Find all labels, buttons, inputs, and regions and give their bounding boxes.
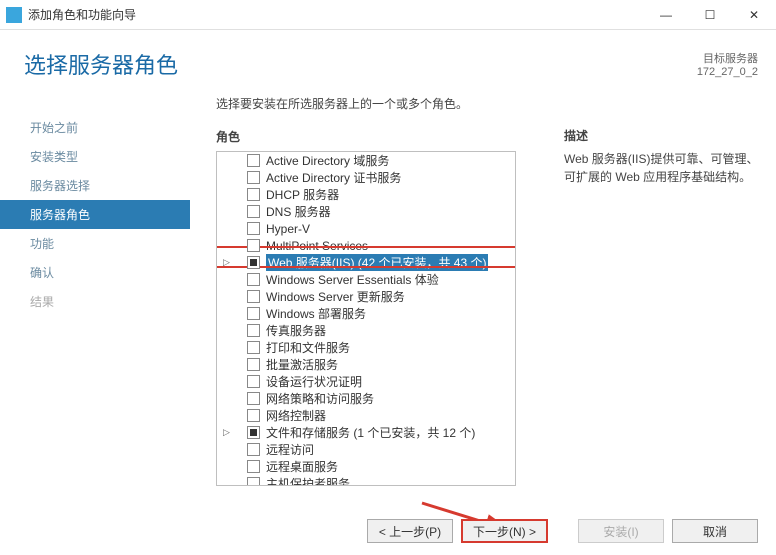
role-label: Web 服务器(IIS) (42 个已安装，共 43 个) <box>266 254 488 271</box>
role-checkbox[interactable] <box>247 358 260 371</box>
sidebar-item-5[interactable]: 确认 <box>0 258 190 287</box>
close-button[interactable]: ✕ <box>732 0 776 30</box>
role-item-6[interactable]: ▷ Web 服务器(IIS) (42 个已安装，共 43 个) <box>217 254 515 271</box>
sidebar-item-0[interactable]: 开始之前 <box>0 113 190 142</box>
role-checkbox[interactable] <box>247 460 260 473</box>
role-label: MultiPoint Services <box>266 239 368 253</box>
minimize-button[interactable]: — <box>644 0 688 30</box>
role-label: 传真服务器 <box>266 322 326 339</box>
role-checkbox[interactable] <box>247 392 260 405</box>
role-item-17[interactable]: 远程访问 <box>217 441 515 458</box>
role-item-8[interactable]: Windows Server 更新服务 <box>217 288 515 305</box>
role-item-18[interactable]: 远程桌面服务 <box>217 458 515 475</box>
role-label: 打印和文件服务 <box>266 339 350 356</box>
sidebar-item-1[interactable]: 安装类型 <box>0 142 190 171</box>
target-server-info: 目标服务器 172_27_0_2 <box>697 50 758 78</box>
role-checkbox[interactable] <box>247 273 260 286</box>
role-item-10[interactable]: 传真服务器 <box>217 322 515 339</box>
install-button[interactable]: 安装(I) <box>578 519 664 543</box>
role-checkbox[interactable] <box>247 188 260 201</box>
role-item-0[interactable]: Active Directory 域服务 <box>217 152 515 169</box>
role-item-5[interactable]: MultiPoint Services <box>217 237 515 254</box>
role-item-13[interactable]: 设备运行状况证明 <box>217 373 515 390</box>
role-label: 网络策略和访问服务 <box>266 390 374 407</box>
role-label: 批量激活服务 <box>266 356 338 373</box>
description-text: Web 服务器(IIS)提供可靠、可管理、可扩展的 Web 应用程序基础结构。 <box>564 150 764 186</box>
target-server-label: 目标服务器 <box>697 50 758 66</box>
description-label: 描述 <box>564 127 764 144</box>
expand-arrow-icon[interactable]: ▷ <box>223 257 233 268</box>
role-label: Active Directory 证书服务 <box>266 169 401 186</box>
role-checkbox[interactable] <box>247 307 260 320</box>
role-label: 主机保护者服务 <box>266 475 350 486</box>
role-item-4[interactable]: Hyper-V <box>217 220 515 237</box>
roles-tree[interactable]: Active Directory 域服务Active Directory 证书服… <box>216 151 516 486</box>
role-item-1[interactable]: Active Directory 证书服务 <box>217 169 515 186</box>
role-label: DHCP 服务器 <box>266 186 339 203</box>
wizard-sidebar: 开始之前安装类型服务器选择服务器角色功能确认结果 <box>0 95 190 505</box>
role-item-15[interactable]: 网络控制器 <box>217 407 515 424</box>
role-checkbox[interactable] <box>247 409 260 422</box>
role-checkbox[interactable] <box>247 205 260 218</box>
sidebar-item-4[interactable]: 功能 <box>0 229 190 258</box>
role-item-16[interactable]: ▷ 文件和存储服务 (1 个已安装，共 12 个) <box>217 424 515 441</box>
role-checkbox[interactable] <box>247 171 260 184</box>
role-item-7[interactable]: Windows Server Essentials 体验 <box>217 271 515 288</box>
role-label: Active Directory 域服务 <box>266 152 389 169</box>
title-bar: 添加角色和功能向导 — ☐ ✕ <box>0 0 776 30</box>
app-icon <box>6 7 22 23</box>
role-item-14[interactable]: 网络策略和访问服务 <box>217 390 515 407</box>
role-label: 网络控制器 <box>266 407 326 424</box>
role-label: Windows 部署服务 <box>266 305 366 322</box>
next-button[interactable]: 下一步(N) > <box>461 519 548 543</box>
role-checkbox[interactable] <box>247 341 260 354</box>
role-checkbox[interactable] <box>247 290 260 303</box>
role-label: 文件和存储服务 (1 个已安装，共 12 个) <box>266 424 475 441</box>
role-item-11[interactable]: 打印和文件服务 <box>217 339 515 356</box>
previous-button[interactable]: < 上一步(P) <box>367 519 453 543</box>
role-item-19[interactable]: 主机保护者服务 <box>217 475 515 486</box>
role-checkbox[interactable] <box>247 154 260 167</box>
role-label: Windows Server 更新服务 <box>266 288 405 305</box>
maximize-button[interactable]: ☐ <box>688 0 732 30</box>
sidebar-item-3[interactable]: 服务器角色 <box>0 200 190 229</box>
sidebar-item-6: 结果 <box>0 287 190 316</box>
instruction-text: 选择要安装在所选服务器上的一个或多个角色。 <box>216 95 540 112</box>
sidebar-item-2[interactable]: 服务器选择 <box>0 171 190 200</box>
role-checkbox[interactable] <box>247 443 260 456</box>
cancel-button[interactable]: 取消 <box>672 519 758 543</box>
role-label: DNS 服务器 <box>266 203 331 220</box>
expand-arrow-icon[interactable]: ▷ <box>223 427 233 438</box>
roles-label: 角色 <box>216 128 540 145</box>
role-label: 设备运行状况证明 <box>266 373 362 390</box>
role-checkbox[interactable] <box>247 256 260 269</box>
role-item-12[interactable]: 批量激活服务 <box>217 356 515 373</box>
role-label: Hyper-V <box>266 222 310 236</box>
role-label: 远程桌面服务 <box>266 458 338 475</box>
role-item-2[interactable]: DHCP 服务器 <box>217 186 515 203</box>
window-title: 添加角色和功能向导 <box>28 6 644 23</box>
role-item-9[interactable]: Windows 部署服务 <box>217 305 515 322</box>
role-label: Windows Server Essentials 体验 <box>266 271 439 288</box>
role-checkbox[interactable] <box>247 426 260 439</box>
role-item-3[interactable]: DNS 服务器 <box>217 203 515 220</box>
role-checkbox[interactable] <box>247 324 260 337</box>
role-checkbox[interactable] <box>247 477 260 486</box>
role-label: 远程访问 <box>266 441 314 458</box>
target-server-name: 172_27_0_2 <box>697 66 758 78</box>
wizard-footer: < 上一步(P) 下一步(N) > 安装(I) 取消 <box>367 519 758 543</box>
role-checkbox[interactable] <box>247 222 260 235</box>
role-checkbox[interactable] <box>247 375 260 388</box>
role-checkbox[interactable] <box>247 239 260 252</box>
page-title: 选择服务器角色 <box>0 30 776 80</box>
